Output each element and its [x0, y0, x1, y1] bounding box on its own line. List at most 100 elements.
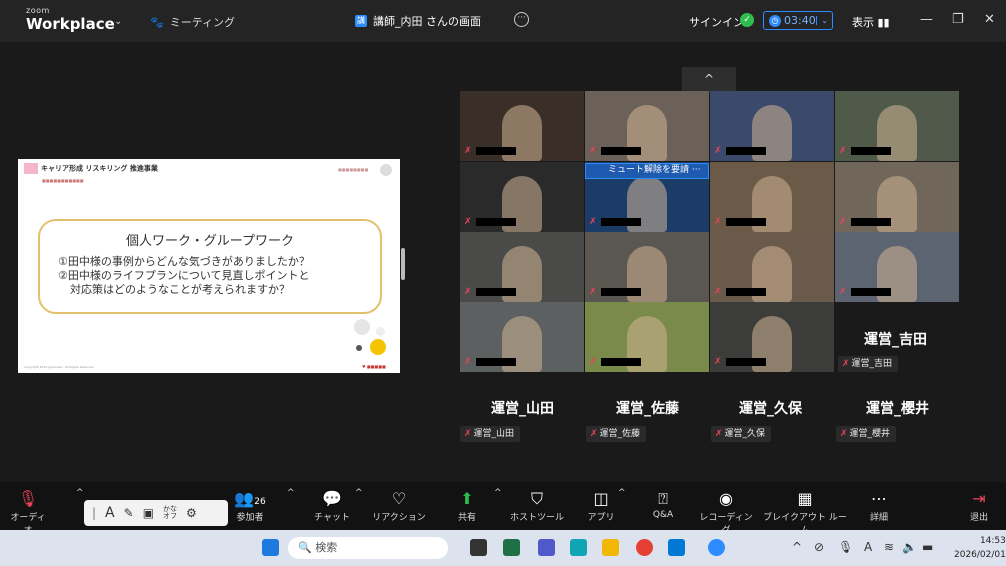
- unmute-request-banner[interactable]: ミュート解除を要請 ···: [585, 163, 709, 179]
- start-icon[interactable]: [262, 539, 279, 556]
- handwriting-icon[interactable]: ✎: [124, 506, 134, 520]
- participant-name-tag-text: 運営_吉田: [851, 359, 893, 369]
- muted-mic-icon: ✗: [839, 146, 847, 156]
- participant-video-tile[interactable]: ✗: [460, 162, 584, 232]
- excel-icon[interactable]: [503, 539, 520, 556]
- apps-label: アプリ: [587, 513, 615, 523]
- muted-mic-icon: ✗: [589, 357, 597, 367]
- qa-icon: ⍰: [658, 489, 668, 508]
- security-shield-icon[interactable]: ✓: [740, 13, 754, 27]
- more-options-icon[interactable]: ···: [514, 12, 529, 27]
- chrome-icon[interactable]: [636, 539, 653, 556]
- host-tools-button[interactable]: ⛉ ホストツール: [508, 488, 566, 523]
- chevron-down-icon[interactable]: ⌄: [816, 16, 832, 25]
- clock-date: 2026/02/01: [954, 550, 1006, 560]
- kana-toggle[interactable]: かな オフ: [163, 506, 177, 520]
- participants-label: 参加者: [236, 513, 264, 523]
- participant-video-tile[interactable]: ✗: [460, 232, 584, 302]
- chevron-up-icon[interactable]: ^: [618, 488, 626, 498]
- redacted-name-tag: [851, 218, 891, 226]
- qa-button[interactable]: ⍰ Q&A: [648, 488, 678, 520]
- taskview-icon[interactable]: [470, 539, 487, 556]
- chevron-up-icon[interactable]: ^: [287, 488, 295, 498]
- dictionary-icon[interactable]: ▣: [143, 506, 154, 520]
- participant-video-tile[interactable]: ✗: [585, 232, 709, 302]
- share-label: 共有: [457, 513, 476, 523]
- outlook-icon[interactable]: [668, 539, 685, 556]
- redacted-name-tag: [476, 218, 516, 226]
- participant-video-tile[interactable]: ✗: [710, 91, 834, 161]
- meeting-menu[interactable]: 🐾 ミーティング: [150, 14, 235, 30]
- chat-button[interactable]: 💬 チャット: [312, 488, 352, 523]
- participant-video-tile[interactable]: ✗: [835, 232, 959, 302]
- wifi-icon[interactable]: ≋: [884, 540, 894, 554]
- participant-video-tile[interactable]: ✗: [710, 162, 834, 232]
- apps-button[interactable]: ◫ アプリ: [586, 488, 616, 523]
- drag-handle-icon[interactable]: |: [92, 506, 96, 520]
- restore-icon[interactable]: ❐: [952, 12, 964, 27]
- sign-in-button[interactable]: サインイン: [689, 14, 744, 30]
- system-clock[interactable]: 14:53 2026/02/01: [954, 534, 1006, 562]
- breakout-rooms-button[interactable]: ▦ブレイクアウト ルーム: [760, 488, 850, 536]
- taskbar-search[interactable]: 🔍 検索: [288, 537, 448, 559]
- participants-button[interactable]: 👥26 参加者: [230, 488, 270, 523]
- clock-icon: ◷: [769, 14, 781, 27]
- muted-mic-icon: ✗: [590, 429, 598, 439]
- apps-icon: ◫: [593, 489, 609, 508]
- record-button[interactable]: ◉レコーディング: [698, 488, 754, 536]
- participant-video-tile[interactable]: ✗: [585, 91, 709, 161]
- leave-label: 退出: [969, 513, 988, 523]
- more-label: 詳細: [869, 513, 888, 523]
- participant-name-tag: ✗ 運営_佐藤: [586, 426, 647, 442]
- reactions-button[interactable]: ♡ リアクション: [372, 488, 426, 523]
- participant-video-tile[interactable]: ✗: [710, 232, 834, 302]
- more-button[interactable]: ⋯ 詳細: [864, 488, 894, 523]
- file-explorer-icon[interactable]: [602, 539, 619, 556]
- slide-questions: ①田中様の事例からどんな気づきがありましたか？ ②田中様のライフプランについて見…: [40, 255, 380, 297]
- leave-button[interactable]: ⇥ 退出: [964, 488, 994, 523]
- ime-mode-icon[interactable]: A: [864, 540, 872, 554]
- chevron-up-icon[interactable]: ^: [76, 488, 84, 498]
- chevron-up-icon[interactable]: ^: [792, 540, 802, 554]
- heart-icon: ♡: [391, 489, 407, 508]
- minimize-icon[interactable]: —: [920, 12, 933, 27]
- participant-video-tile[interactable]: ✗: [835, 162, 959, 232]
- host-tools-label: ホストツール: [509, 513, 564, 523]
- slide-heading: 個人ワーク・グループワーク: [126, 234, 294, 249]
- deco-dot: [354, 319, 370, 335]
- participant-video-tile[interactable]: ✗: [835, 91, 959, 161]
- audio-button[interactable]: 🎙オーディオ: [6, 488, 50, 536]
- edge-icon[interactable]: [570, 539, 587, 556]
- shared-screen-tab[interactable]: 講 講師_内田 さんの画面: [355, 13, 481, 29]
- notification-off-icon[interactable]: ⊘: [814, 540, 824, 554]
- chevron-up-icon[interactable]: ^: [494, 488, 502, 498]
- participant-name: 運営_久保: [739, 401, 802, 417]
- view-button[interactable]: 表示 ▮▮: [852, 14, 890, 30]
- participant-video-tile[interactable]: ✗: [460, 91, 584, 161]
- panel-resize-handle[interactable]: [401, 248, 405, 280]
- teams-icon[interactable]: [538, 539, 555, 556]
- zoom-app-icon[interactable]: [708, 539, 725, 556]
- meeting-timer[interactable]: ◷ 03:40 ⌄: [763, 11, 833, 30]
- chevron-up-icon[interactable]: ^: [355, 488, 363, 498]
- participant-video-tile[interactable]: ✗: [585, 302, 709, 372]
- participant-video-tile[interactable]: ✗: [460, 302, 584, 372]
- muted-mic-icon: ✗: [589, 146, 597, 156]
- microphone-icon[interactable]: 🎙: [838, 540, 853, 554]
- font-icon[interactable]: A: [105, 505, 115, 521]
- battery-icon[interactable]: ▬: [922, 540, 933, 554]
- muted-mic-icon: ✗: [714, 217, 722, 227]
- share-button[interactable]: ⬆ 共有: [452, 488, 482, 523]
- zoom-workplace-logo[interactable]: zoom Workplace: [26, 7, 115, 32]
- participant-video-tile[interactable]: ✗: [710, 302, 834, 372]
- close-icon[interactable]: ✕: [984, 12, 995, 27]
- redacted-name-tag: [851, 288, 891, 296]
- gear-icon[interactable]: ⚙: [186, 506, 197, 520]
- slide-badge: [380, 164, 392, 176]
- redacted-name-tag: [726, 288, 766, 296]
- slide-footer: Copyright 2024 Japanresc. All Rights Res…: [24, 365, 94, 369]
- participant-name-tag-text: 運営_佐藤: [599, 429, 641, 439]
- volume-icon[interactable]: 🔈: [902, 540, 917, 554]
- chevron-down-icon[interactable]: ⌄: [114, 16, 122, 27]
- chevron-up-icon[interactable]: ^: [682, 67, 736, 93]
